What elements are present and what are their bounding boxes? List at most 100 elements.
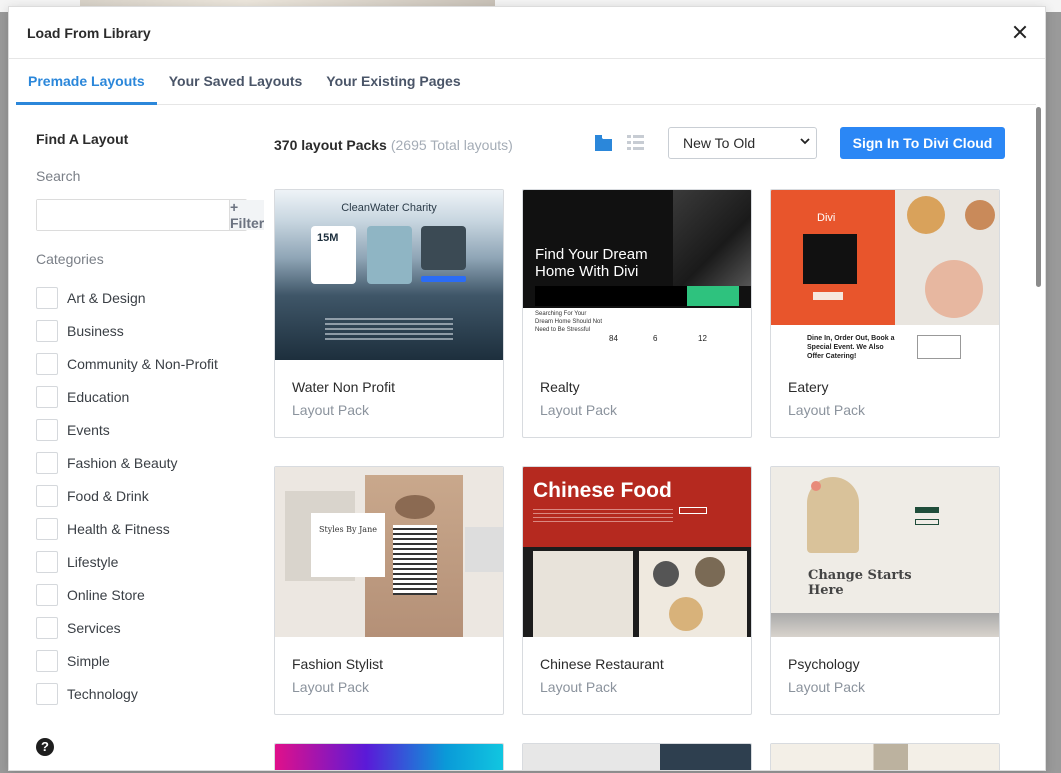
thumb-number: 84 <box>609 334 618 343</box>
layout-card-partial[interactable] <box>770 743 1000 770</box>
sort-value: New To Old <box>683 135 756 151</box>
thumb-form <box>917 335 961 359</box>
tab-existing-pages[interactable]: Your Existing Pages <box>314 59 472 105</box>
layout-results: 370 layout Packs (2695 Total layouts) New… <box>274 127 1014 770</box>
layout-name: Realty <box>540 379 580 395</box>
layout-type: Layout Pack <box>788 679 866 695</box>
category-label: Education <box>67 388 130 405</box>
thumb-shirt <box>393 525 437 595</box>
category-checkbox[interactable] <box>36 649 58 672</box>
category-online-store[interactable]: Online Store <box>36 578 251 611</box>
category-simple[interactable]: Simple <box>36 644 251 677</box>
scrollbar-thumb[interactable] <box>1036 107 1041 287</box>
layout-thumbnail <box>275 744 503 770</box>
category-art-design[interactable]: Art & Design <box>36 281 251 314</box>
grid-view-icon[interactable] <box>594 133 613 152</box>
tab-saved-layouts[interactable]: Your Saved Layouts <box>157 59 315 105</box>
category-checkbox[interactable] <box>36 484 58 507</box>
thumb-title: Chinese Food <box>533 479 672 502</box>
library-modal: Load From Library Premade Layouts Your S… <box>8 6 1046 771</box>
chevron-down-icon <box>800 138 810 145</box>
layout-thumbnail: CleanWater Charity 15M <box>275 190 503 360</box>
category-community[interactable]: Community & Non-Profit <box>36 347 251 380</box>
thumb-button <box>813 292 843 300</box>
thumb-text-lines <box>325 318 453 342</box>
layout-card-fashion[interactable]: Styles By Jane Fashion Stylist Layout Pa… <box>274 466 504 715</box>
layout-card-water[interactable]: CleanWater Charity 15M Water Non Profit … <box>274 189 504 438</box>
category-checkbox[interactable] <box>36 616 58 639</box>
layout-count: 370 layout Packs (2695 Total layouts) <box>274 137 513 153</box>
category-technology[interactable]: Technology <box>36 677 251 710</box>
thumb-title: CleanWater Charity <box>341 202 437 214</box>
thumb-bar <box>535 286 687 306</box>
category-checkbox[interactable] <box>36 583 58 606</box>
layout-name: Fashion Stylist <box>292 656 384 672</box>
thumb-plate <box>965 200 995 230</box>
tab-premade-layouts[interactable]: Premade Layouts <box>16 59 157 105</box>
category-label: Technology <box>67 685 138 702</box>
category-checkbox[interactable] <box>36 517 58 540</box>
category-checkbox[interactable] <box>36 550 58 573</box>
help-icon[interactable]: ? <box>36 738 54 756</box>
thumb-sub: Searching For Your <box>535 311 587 317</box>
category-fashion-beauty[interactable]: Fashion & Beauty <box>36 446 251 479</box>
category-label: Health & Fitness <box>67 520 170 537</box>
category-label: Food & Drink <box>67 487 149 504</box>
category-food-drink[interactable]: Food & Drink <box>36 479 251 512</box>
category-checkbox[interactable] <box>36 286 58 309</box>
thumb-button <box>915 507 939 513</box>
layout-thumbnail: Change Starts Here <box>771 467 999 637</box>
category-checkbox[interactable] <box>36 319 58 342</box>
search-input[interactable] <box>37 200 229 230</box>
layout-card-partial[interactable] <box>522 743 752 770</box>
category-list: Art & Design Business Community & Non-Pr… <box>36 281 251 710</box>
category-checkbox[interactable] <box>36 385 58 408</box>
modal-header: Load From Library <box>9 7 1045 59</box>
thumb-plate <box>925 260 983 318</box>
thumb-headline: Here <box>808 583 844 598</box>
layout-card-partial[interactable] <box>274 743 504 770</box>
category-events[interactable]: Events <box>36 413 251 446</box>
category-education[interactable]: Education <box>36 380 251 413</box>
sign-in-divi-cloud-button[interactable]: Sign In To Divi Cloud <box>840 127 1005 159</box>
category-label: Services <box>67 619 121 636</box>
close-icon[interactable] <box>1009 21 1031 43</box>
filter-sidebar: Find A Layout Search + Filter Categories… <box>36 131 264 710</box>
thumb-headline: Home With Divi <box>535 263 639 280</box>
thumb-text-card: Styles By Jane <box>311 513 385 577</box>
thumb-photo <box>421 226 466 270</box>
layout-card-psychology[interactable]: Change Starts Here Psychology Layout Pac… <box>770 466 1000 715</box>
category-business[interactable]: Business <box>36 314 251 347</box>
category-checkbox[interactable] <box>36 352 58 375</box>
layout-card-eatery[interactable]: Divi Dine In, Order Out, Book a Special … <box>770 189 1000 438</box>
layout-thumbnail: Divi Dine In, Order Out, Book a Special … <box>771 190 999 360</box>
category-services[interactable]: Services <box>36 611 251 644</box>
category-health-fitness[interactable]: Health & Fitness <box>36 512 251 545</box>
category-checkbox[interactable] <box>36 451 58 474</box>
thumb-hat <box>395 495 435 519</box>
layout-card-chinese[interactable]: Chinese Food Chinese Restaurant Layout P… <box>522 466 752 715</box>
results-toolbar: 370 layout Packs (2695 Total layouts) New… <box>274 127 1014 167</box>
layout-type: Layout Pack <box>788 402 866 418</box>
filter-button[interactable]: + Filter <box>229 199 264 231</box>
thumb-number: 6 <box>653 334 658 343</box>
layout-thumbnail: Chinese Food <box>523 467 751 637</box>
category-checkbox[interactable] <box>36 418 58 441</box>
thumb-bowl <box>653 561 679 587</box>
thumb-bowl <box>695 557 725 587</box>
thumb-line: Dine In, Order Out, Book a <box>807 335 895 342</box>
scrollbar[interactable] <box>1036 107 1042 767</box>
thumb-photo-small <box>465 527 503 572</box>
list-view-icon[interactable] <box>626 133 645 152</box>
category-lifestyle[interactable]: Lifestyle <box>36 545 251 578</box>
thumb-bowl <box>669 597 703 631</box>
layout-card-realty[interactable]: Find Your Dream Home With Divi Searching… <box>522 189 752 438</box>
search-row: + Filter <box>36 199 264 231</box>
sort-select[interactable]: New To Old <box>668 127 817 159</box>
category-checkbox[interactable] <box>36 682 58 705</box>
category-label: Lifestyle <box>67 553 119 570</box>
pack-count: 370 layout Packs <box>274 137 387 153</box>
thumb-script: Styles By Jane <box>319 525 377 534</box>
thumb-sub: Need to Be Stressful <box>535 327 591 333</box>
layout-type: Layout Pack <box>540 679 618 695</box>
